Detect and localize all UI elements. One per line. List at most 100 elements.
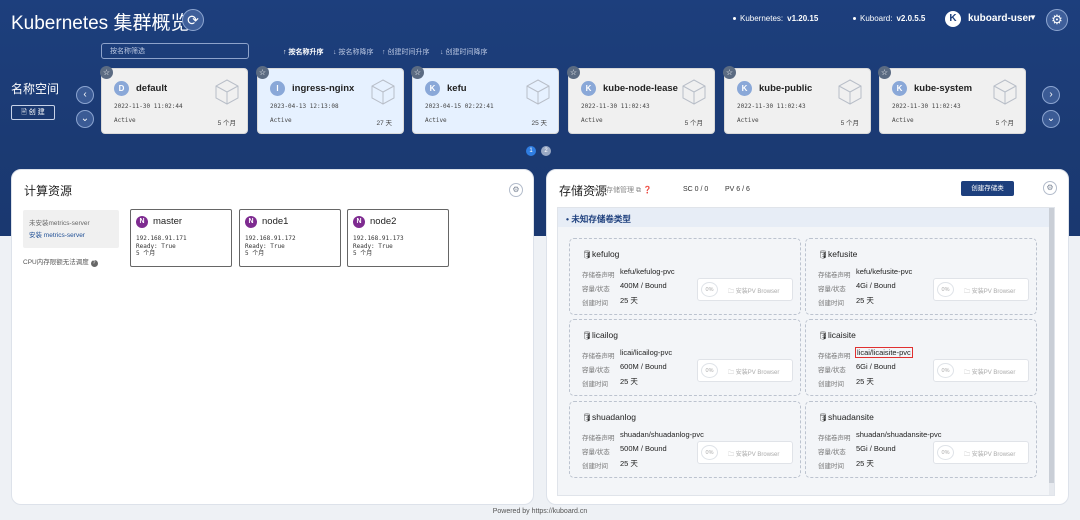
pvc-created: 25 天 — [620, 296, 638, 305]
sort-name-asc[interactable]: ↑ 按名称升序 — [283, 47, 323, 57]
user-menu[interactable]: kuboard-user — [968, 13, 1032, 24]
pvc-name[interactable]: kefulog — [592, 249, 619, 259]
pv-browser-button[interactable]: 0% 🗀 安装PV Browser — [933, 441, 1029, 464]
namespace-initial: K — [581, 81, 596, 96]
pvc-capacity: 400M / Bound — [620, 281, 667, 290]
chevron-right-icon[interactable]: › — [1042, 86, 1060, 104]
namespace-card[interactable]: ☆ Kkube-node-lease 2022-11-30 11:02:43 Acti… — [567, 66, 715, 134]
pvc-name[interactable]: licailog — [592, 330, 618, 340]
namespace-age: 5 个月 — [684, 120, 703, 127]
gear-icon[interactable]: ⚙ — [1043, 181, 1057, 195]
install-metrics-link[interactable]: 安装 metrics-server — [29, 229, 85, 239]
pvc-claim[interactable]: shuadan/shuadansite-pvc — [856, 430, 941, 439]
claim-label: 存储卷声明 — [582, 272, 615, 279]
node-card[interactable]: Nnode2 192.168.91.173 Ready: True 5 个月 — [347, 209, 449, 267]
database-icon: 🛢 — [818, 413, 829, 422]
help-icon[interactable]: ❓ — [643, 187, 652, 194]
group-title: • 未知存储卷类型 — [566, 214, 631, 224]
compute-title: 计算资源 — [24, 184, 73, 198]
chevron-down-icon[interactable]: ⌄ — [1042, 110, 1060, 128]
namespace-card[interactable]: ☆ Ddefault 2022-11-30 11:02:44 Active 5 个月 — [100, 66, 248, 134]
namespace-card[interactable]: ☆ Kkube-system 2022-11-30 11:02:43 Active 5 … — [878, 66, 1026, 134]
pv-count: PV 6 / 6 — [725, 186, 750, 193]
scrollbar-thumb[interactable] — [1049, 208, 1054, 483]
pv-browser-button[interactable]: 0% 🗀 安装PV Browser — [933, 278, 1029, 301]
create-storage-class-button[interactable]: 创建存储类 — [961, 181, 1014, 196]
footer: Powered by https://kuboard.cn — [492, 508, 588, 515]
pvc-card[interactable]: 🛢 kefusite 存储卷声明 kefu/kefusite-pvc 容量/状态 4Gi … — [805, 238, 1037, 315]
namespace-initial: I — [270, 81, 285, 96]
pv-browser-label: 🗀 安装PV Browser — [728, 289, 780, 295]
pv-browser-button[interactable]: 0% 🗀 安装PV Browser — [697, 278, 793, 301]
pvc-name[interactable]: shuadanlog — [592, 412, 636, 422]
sort-name-desc[interactable]: ↓ 按名称降序 — [333, 47, 373, 57]
pvc-name[interactable]: licaisite — [828, 330, 856, 340]
bullet-icon — [853, 17, 856, 21]
gear-icon[interactable]: ⚙ — [1046, 9, 1068, 31]
node-ready: Ready: True — [245, 243, 285, 250]
pvc-claim[interactable]: shuadan/shuadanlog-pvc — [620, 430, 704, 439]
namespace-name[interactable]: kube-public — [759, 83, 812, 94]
namespace-card[interactable]: ☆ Kkefu 2023-04-15 02:22:41 Active 25 天 — [411, 66, 559, 134]
avatar[interactable]: K — [945, 11, 961, 27]
cube-icon — [371, 79, 395, 105]
pv-browser-button[interactable]: 0% 🗀 安装PV Browser — [697, 359, 793, 382]
sort-time-desc[interactable]: ↓ 创建时间降序 — [440, 47, 487, 57]
bullet-icon — [733, 17, 736, 21]
node-name[interactable]: master — [153, 216, 182, 227]
star-icon[interactable]: ☆ — [411, 66, 424, 79]
pvc-card[interactable]: 🛢 licaisite 存储卷声明 licai/licaisite-pvc 容量/状态 6… — [805, 319, 1037, 396]
help-icon[interactable]: ? — [90, 260, 98, 267]
pvc-created: 25 天 — [620, 377, 638, 386]
star-icon[interactable]: ☆ — [878, 66, 891, 79]
page-dot-2[interactable]: 2 — [541, 146, 551, 156]
capacity-label: 容量/状态 — [582, 449, 610, 456]
pvc-capacity: 4Gi / Bound — [856, 281, 896, 290]
pvc-claim[interactable]: licai/licailog-pvc — [620, 348, 672, 357]
node-name[interactable]: node1 — [262, 216, 288, 227]
star-icon[interactable]: ☆ — [567, 66, 580, 79]
sort-time-asc[interactable]: ↑ 创建时间升序 — [382, 47, 429, 57]
refresh-icon[interactable]: ⟳ — [182, 9, 204, 31]
namespace-name[interactable]: ingress-nginx — [292, 83, 354, 94]
pvc-card[interactable]: 🛢 shuadansite 存储卷声明 shuadan/shuadansite-pvc… — [805, 401, 1037, 478]
namespace-card[interactable]: ☆ Iingress-nginx 2023-04-13 12:13:08 Active… — [256, 66, 404, 134]
create-namespace-button[interactable]: 🖹 创 建 — [11, 105, 55, 120]
claim-label: 存储卷声明 — [818, 272, 851, 279]
folder-icon: 🗀 — [964, 370, 971, 376]
node-name[interactable]: node2 — [370, 216, 396, 227]
namespace-filter-input[interactable] — [101, 43, 249, 59]
gear-icon[interactable]: ⚙ — [509, 183, 523, 197]
pvc-card[interactable]: 🛢 licailog 存储卷声明 licai/licailog-pvc 容量/状态 600… — [569, 319, 801, 396]
chevron-left-icon[interactable]: ‹ — [76, 86, 94, 104]
node-card[interactable]: Nmaster 192.168.91.171 Ready: True 5 个月 — [130, 209, 232, 267]
chevron-down-icon[interactable]: ⌄ — [76, 110, 94, 128]
namespace-card[interactable]: ☆ Kkube-public 2022-11-30 11:02:43 Active 5 … — [723, 66, 871, 134]
pvc-claim[interactable]: kefu/kefulog-pvc — [620, 267, 675, 276]
page-dot-1[interactable]: 1 — [526, 146, 536, 156]
node-card[interactable]: Nnode1 192.168.91.172 Ready: True 5 个月 — [239, 209, 341, 267]
pvc-name[interactable]: shuadansite — [828, 412, 874, 422]
pvc-name[interactable]: kefusite — [828, 249, 857, 259]
star-icon[interactable]: ☆ — [256, 66, 269, 79]
star-icon[interactable]: ☆ — [723, 66, 736, 79]
pv-browser-button[interactable]: 0% 🗀 安装PV Browser — [697, 441, 793, 464]
namespace-age: 27 天 — [376, 120, 392, 127]
namespace-name[interactable]: kube-node-lease — [603, 83, 678, 94]
namespace-name[interactable]: kefu — [447, 83, 467, 94]
cube-icon — [682, 79, 706, 105]
star-icon[interactable]: ☆ — [100, 66, 113, 79]
pv-browser-button[interactable]: 0% 🗀 安装PV Browser — [933, 359, 1029, 382]
pvc-capacity: 5Gi / Bound — [856, 444, 896, 453]
pvc-claim[interactable]: licai/licaisite-pvc — [855, 347, 913, 358]
storage-subtitle[interactable]: K8s存储管理 ⧉ ❓ — [594, 185, 652, 195]
pv-browser-label: 🗀 安装PV Browser — [728, 370, 780, 376]
caret-down-icon[interactable]: ▼ — [1029, 13, 1037, 22]
database-icon: 🛢 — [582, 331, 593, 340]
node-ready: Ready: True — [353, 243, 393, 250]
namespace-name[interactable]: kube-system — [914, 83, 972, 94]
pvc-card[interactable]: 🛢 kefulog 存储卷声明 kefu/kefulog-pvc 容量/状态 400M /… — [569, 238, 801, 315]
pvc-claim[interactable]: kefu/kefusite-pvc — [856, 267, 912, 276]
namespace-name[interactable]: default — [136, 83, 167, 94]
pvc-card[interactable]: 🛢 shuadanlog 存储卷声明 shuadan/shuadanlog-pvc 容量… — [569, 401, 801, 478]
